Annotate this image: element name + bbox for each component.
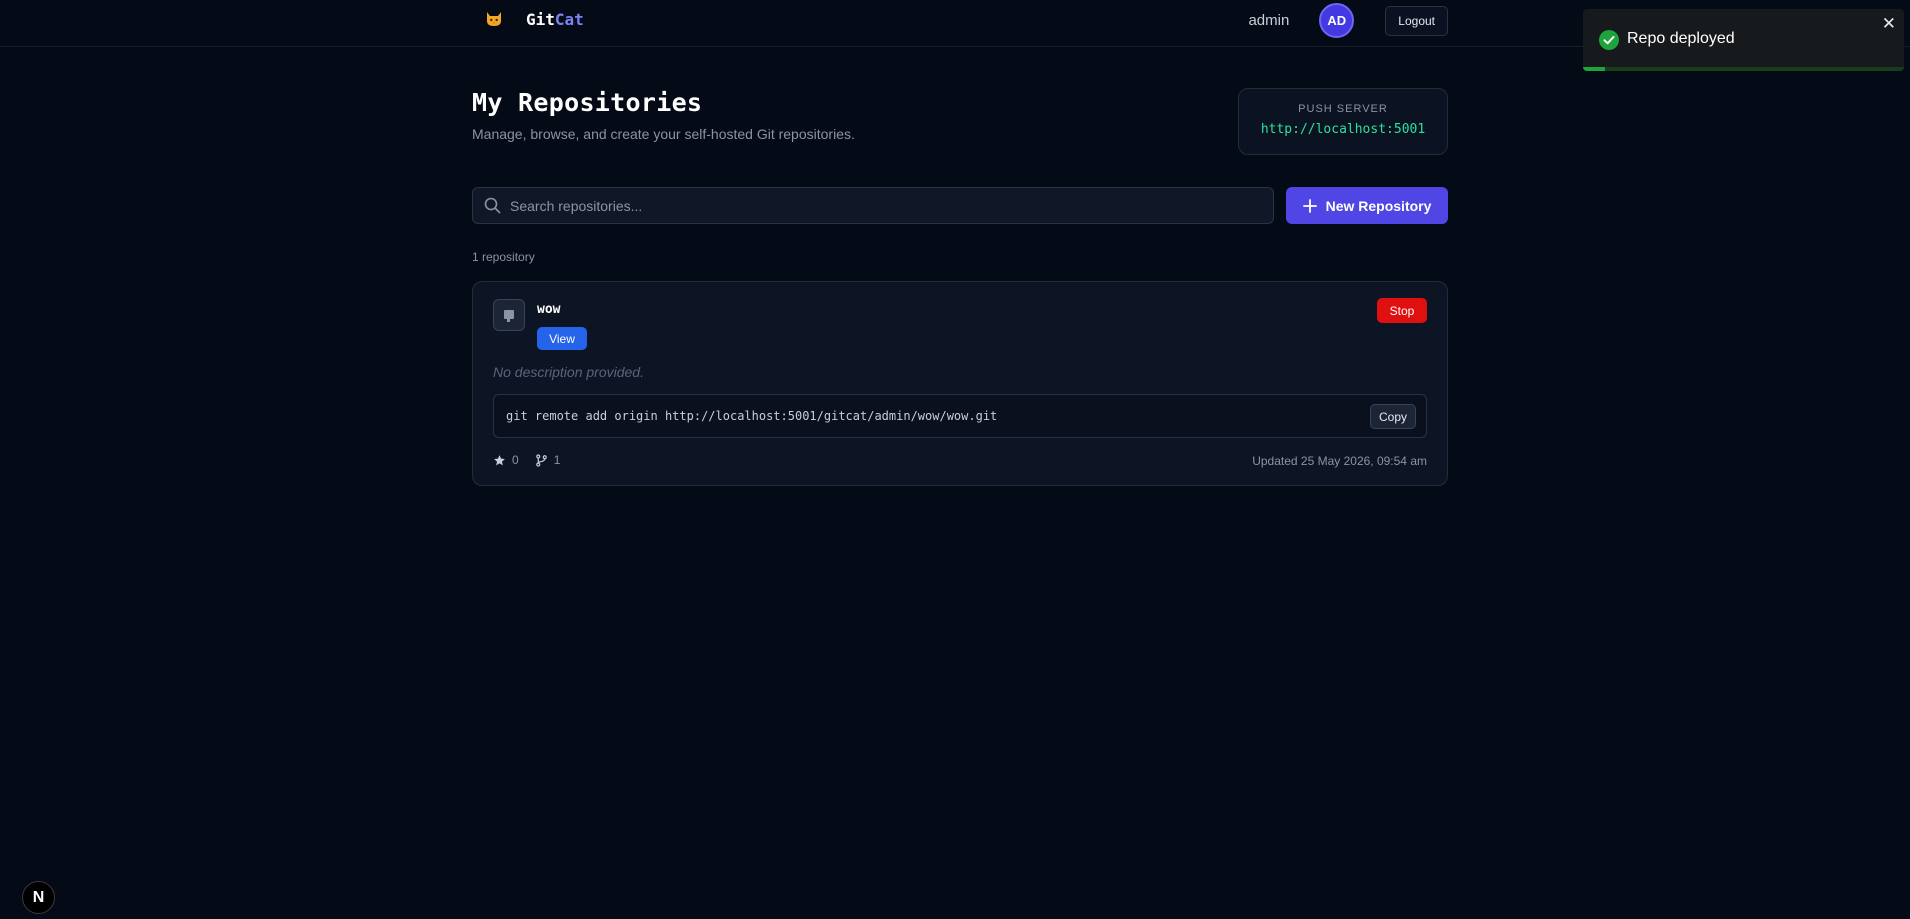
repository-card: wow View Stop No description provided. g… bbox=[472, 281, 1448, 486]
repo-description: No description provided. bbox=[493, 364, 644, 380]
brand-name: GitCat bbox=[526, 10, 584, 29]
toast-notification: Repo deployed ✕ bbox=[1583, 9, 1904, 71]
repo-stats: 0 1 bbox=[493, 453, 576, 467]
close-icon[interactable]: ✕ bbox=[1882, 14, 1896, 34]
toast-message: Repo deployed bbox=[1627, 30, 1735, 47]
repo-name[interactable]: wow bbox=[537, 302, 560, 317]
username: admin bbox=[1248, 12, 1290, 29]
clone-command: git remote add origin http://localhost:5… bbox=[506, 409, 998, 423]
stop-button[interactable]: Stop bbox=[1377, 298, 1427, 323]
plus-icon bbox=[1302, 198, 1317, 213]
logout-button[interactable]: Logout bbox=[1385, 5, 1448, 36]
view-button[interactable]: View bbox=[537, 327, 587, 350]
dev-tools-badge[interactable]: N bbox=[22, 881, 55, 914]
push-server-url: http://localhost:5001 bbox=[1260, 122, 1426, 137]
brand-accent: Cat bbox=[554, 9, 584, 29]
push-server-card: PUSH SERVER http://localhost:5001 bbox=[1238, 88, 1448, 155]
star-icon bbox=[494, 454, 505, 465]
forks-stat: 1 bbox=[535, 453, 561, 467]
repository-count: 1 repository bbox=[472, 250, 535, 264]
stars-count: 0 bbox=[512, 453, 519, 467]
copy-button[interactable]: Copy bbox=[1370, 404, 1416, 429]
search-input[interactable] bbox=[510, 188, 1273, 223]
check-circle-icon bbox=[1599, 30, 1619, 50]
avatar[interactable]: AD bbox=[1319, 3, 1355, 38]
new-repository-button[interactable]: New Repository bbox=[1286, 187, 1448, 224]
search-box bbox=[472, 187, 1274, 224]
stars-stat: 0 bbox=[493, 453, 519, 467]
cat-face-icon bbox=[484, 9, 504, 29]
toast-progress-bar bbox=[1583, 67, 1606, 71]
app-logo[interactable]: GitCat bbox=[484, 9, 584, 29]
page-header: My Repositories Manage, browse, and crea… bbox=[472, 88, 855, 142]
push-server-label: PUSH SERVER bbox=[1298, 103, 1388, 115]
repo-icon bbox=[493, 299, 525, 331]
page-subtitle: Manage, browse, and create your self-hos… bbox=[472, 126, 855, 142]
brand-main: Git bbox=[526, 9, 555, 29]
toast-progress-track bbox=[1583, 67, 1904, 71]
user-area: admin AD Logout bbox=[1248, 3, 1448, 38]
search-icon bbox=[484, 197, 501, 214]
updated-timestamp: Updated 25 May 2026, 09:54 am bbox=[1252, 454, 1427, 468]
clone-command-box: git remote add origin http://localhost:5… bbox=[493, 394, 1427, 438]
forks-count: 1 bbox=[553, 453, 561, 467]
page-title: My Repositories bbox=[472, 88, 703, 117]
git-branch-icon bbox=[535, 453, 547, 467]
new-repository-label: New Repository bbox=[1325, 197, 1432, 214]
